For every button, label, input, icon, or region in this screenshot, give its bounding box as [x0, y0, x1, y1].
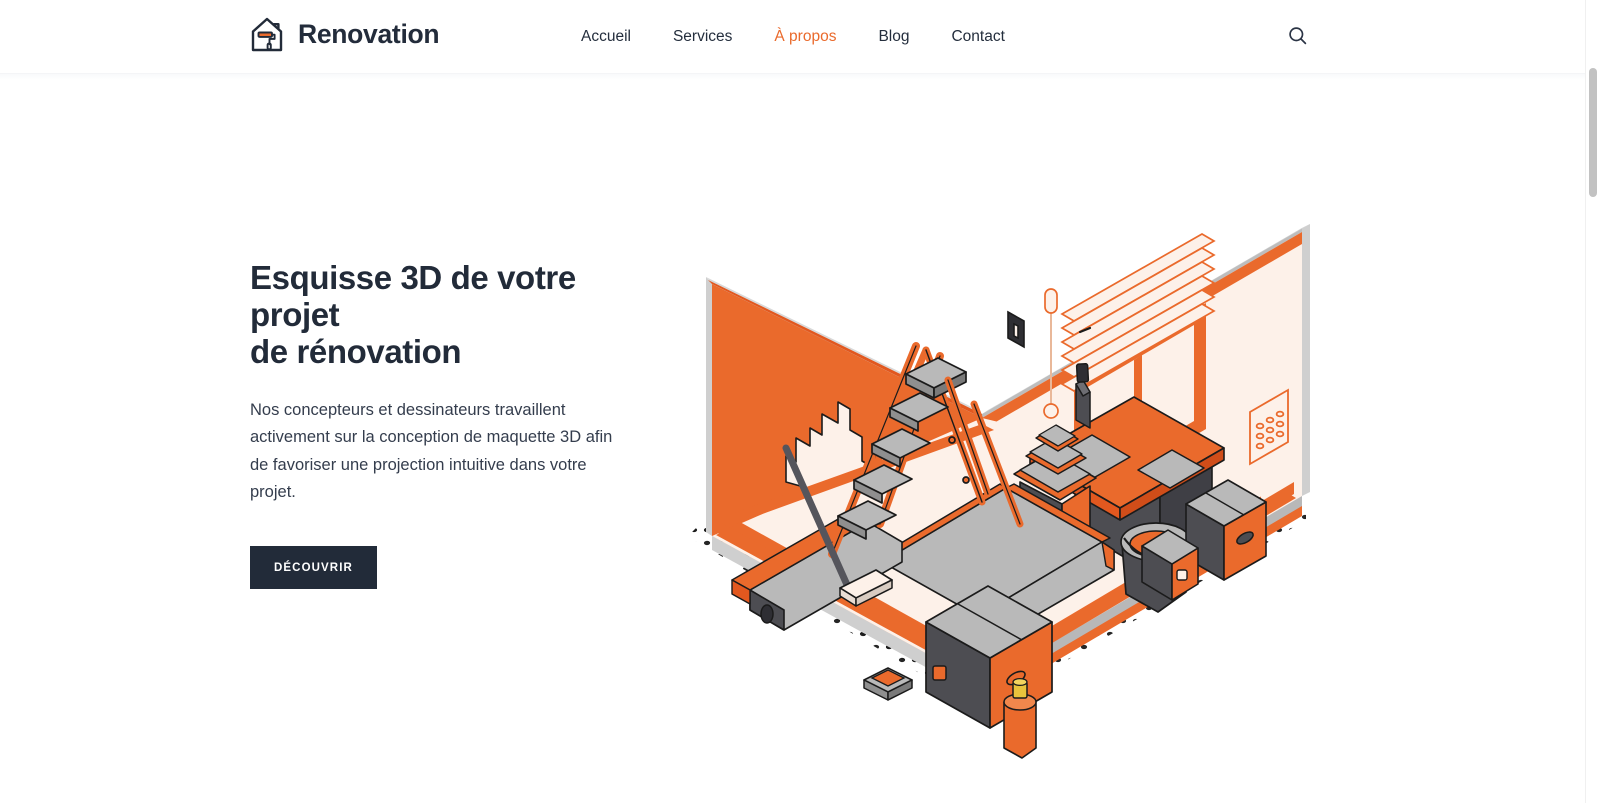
hero-section: Esquisse 3D de votre projet de rénovatio… — [0, 74, 1585, 803]
primary-navigation: Accueil Services À propos Blog Contact — [560, 0, 1026, 74]
page-root: Renovation Accueil Services À propos Blo… — [0, 0, 1585, 803]
house-paint-roller-icon — [249, 14, 285, 54]
hero-copy-block: Esquisse 3D de votre projet de rénovatio… — [250, 259, 630, 590]
header-divider — [0, 73, 1585, 74]
search-icon — [1288, 26, 1307, 48]
nav-item-accueil[interactable]: Accueil — [560, 0, 652, 74]
hero-title-line-2: de rénovation — [250, 332, 462, 370]
isometric-room-illustration — [690, 84, 1330, 764]
nav-item-contact[interactable]: Contact — [930, 0, 1025, 74]
brand-name: Renovation — [298, 18, 440, 49]
hero-paragraph: Nos concepteurs et dessinateurs travaill… — [250, 400, 613, 501]
vertical-scrollbar-thumb[interactable] — [1589, 68, 1597, 197]
hero-title-line-1: Esquisse 3D de votre projet — [250, 259, 576, 333]
nav-item-services[interactable]: Services — [652, 0, 753, 74]
search-button[interactable] — [1283, 23, 1311, 51]
vertical-scrollbar-track[interactable] — [1585, 0, 1600, 803]
discover-button[interactable]: DÉCOUVRIR — [250, 546, 377, 590]
hero-title: Esquisse 3D de votre projet de rénovatio… — [250, 259, 630, 371]
brand-logo-link[interactable]: Renovation — [249, 14, 440, 54]
site-header: Renovation Accueil Services À propos Blo… — [0, 0, 1585, 74]
nav-item-a-propos[interactable]: À propos — [753, 0, 857, 74]
nav-item-blog[interactable]: Blog — [857, 0, 930, 74]
